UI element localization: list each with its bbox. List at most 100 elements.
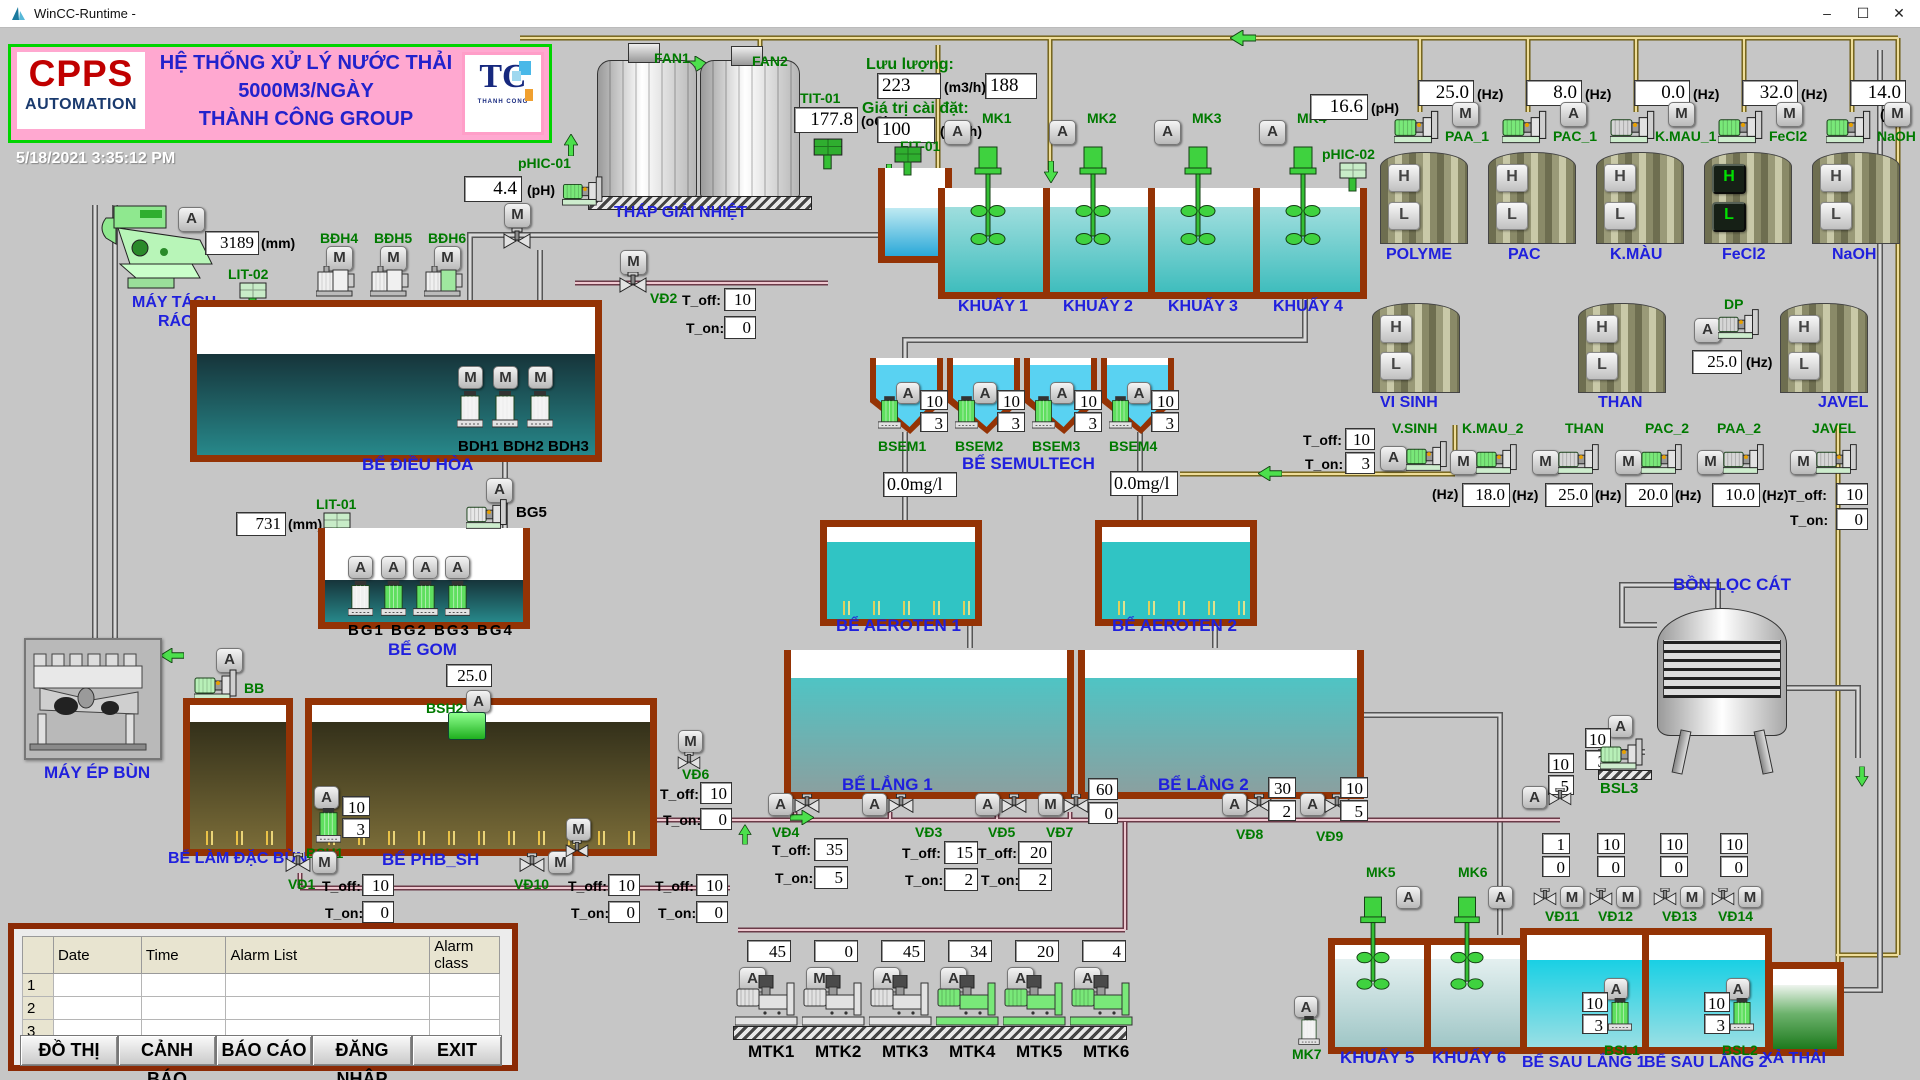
paa2-mode-button[interactable]: M (1697, 450, 1724, 475)
pac-high-button[interactable]: H (1496, 164, 1528, 192)
polyme-low-button[interactable]: L (1388, 202, 1420, 230)
vsinh-ton-value[interactable]: 3 (1345, 452, 1375, 474)
vd5-mode-button[interactable]: A (975, 793, 1000, 816)
vd3-ton-value[interactable]: 2 (944, 868, 978, 891)
level-value-dieuhoa[interactable]: 3189 (205, 231, 259, 255)
vd12-mode-button[interactable]: M (1616, 886, 1640, 908)
naoh-low-button[interactable]: L (1820, 202, 1852, 230)
polyme-high-button[interactable]: H (1388, 164, 1420, 192)
bsem2-v1[interactable]: 10 (997, 390, 1025, 410)
bsl1-v1[interactable]: 10 (1582, 992, 1608, 1012)
phic01-value[interactable]: 4.4 (464, 176, 522, 202)
mtk3-value[interactable]: 45 (881, 940, 925, 962)
bsl2-v1[interactable]: 10 (1704, 992, 1730, 1012)
timer-ton-value[interactable]: 0 (696, 901, 728, 923)
vd1-mode-button[interactable]: M (312, 851, 337, 874)
naoh-mode-button[interactable]: M (1884, 102, 1911, 127)
vd12-v1[interactable]: 10 (1597, 833, 1625, 854)
fecl2-low-button[interactable]: L (1712, 202, 1746, 232)
naoh-high-button[interactable]: H (1820, 164, 1852, 192)
mg-value-1[interactable]: 0.0mg/l (883, 472, 957, 497)
mtk1-value[interactable]: 45 (747, 940, 791, 962)
begom-level-value[interactable]: 731 (236, 512, 286, 536)
mk2-auto-button[interactable]: A (1049, 120, 1076, 145)
vd4-ton-value[interactable]: 5 (814, 866, 848, 889)
vd7-v2[interactable]: 0 (1088, 802, 1118, 824)
alarm-row[interactable]: 1 (23, 974, 500, 997)
vsinh-mode-button[interactable]: A (1380, 446, 1407, 471)
vd5-toff-value[interactable]: 20 (1018, 841, 1052, 864)
valve-manual-button[interactable]: M (504, 203, 531, 228)
flow-value2[interactable]: 188 (985, 73, 1037, 99)
vd2-toff-value[interactable]: 10 (724, 288, 756, 311)
vd13-v1[interactable]: 10 (1660, 833, 1688, 854)
mtk6-value[interactable]: 4 (1082, 940, 1126, 962)
vd6-ton-value[interactable]: 0 (700, 808, 732, 830)
than-hz-value[interactable]: 25.0 (1545, 483, 1593, 507)
vd7-mode-button[interactable]: M (1038, 793, 1063, 816)
valve2-manual-button[interactable]: M (566, 818, 591, 841)
javel-toff-value[interactable]: 10 (1836, 483, 1868, 505)
vd9-mode-button[interactable]: A (1300, 793, 1325, 816)
vd6-mode-button[interactable]: M (678, 730, 703, 753)
pac1-mode-button[interactable]: A (1560, 102, 1587, 127)
vd12-v2[interactable]: 0 (1597, 856, 1625, 877)
close-button[interactable]: ✕ (1882, 2, 1916, 25)
mk1-auto-button[interactable]: A (944, 120, 971, 145)
vd3-mode-button[interactable]: A (862, 793, 887, 816)
bsh1-v1[interactable]: 10 (342, 796, 370, 816)
kmau2-mode-button[interactable]: M (1450, 450, 1477, 475)
fecl2-mode-button[interactable]: M (1776, 102, 1803, 127)
bg3-auto-button[interactable]: A (413, 556, 438, 579)
vd9-v2[interactable]: 5 (1340, 800, 1368, 821)
bsl2-v2[interactable]: 3 (1704, 1014, 1730, 1034)
vd1-toff-value[interactable]: 10 (362, 874, 394, 896)
nav-alarm-button[interactable]: CẢNH BÁO (118, 1035, 216, 1066)
bdh3-mode-button[interactable]: M (528, 366, 553, 389)
bg4-auto-button[interactable]: A (445, 556, 470, 579)
alarm-col-time[interactable]: Time (141, 937, 226, 974)
vd13-v2[interactable]: 0 (1660, 856, 1688, 877)
screen-machine-auto-button[interactable]: A (178, 207, 205, 232)
bsl1-v2[interactable]: 3 (1582, 1014, 1608, 1034)
mk3-auto-button[interactable]: A (1154, 120, 1181, 145)
vd11-v2[interactable]: 0 (1542, 856, 1570, 877)
javel-mode-button[interactable]: M (1790, 450, 1817, 475)
bsem1-v1[interactable]: 10 (920, 390, 948, 410)
nav-trend-button[interactable]: ĐỒ THỊ (20, 1035, 118, 1066)
pac2-mode-button[interactable]: M (1615, 450, 1642, 475)
mtk4-value[interactable]: 34 (948, 940, 992, 962)
mk5-auto-button[interactable]: A (1396, 886, 1421, 909)
vd4-mode-button[interactable]: A (768, 793, 793, 816)
flow-value[interactable]: 223 (877, 73, 941, 99)
bsem3-v2[interactable]: 3 (1074, 412, 1102, 432)
nav-login-button[interactable]: ĐĂNG NHẬP (312, 1035, 412, 1066)
tit01-value[interactable]: 177.8 (794, 107, 858, 133)
alarm-col-date[interactable]: Date (53, 937, 141, 974)
vx-mode-button[interactable]: A (1522, 786, 1547, 809)
vd10-ton-value[interactable]: 0 (608, 901, 640, 923)
vd8-v1[interactable]: 30 (1268, 777, 1296, 798)
vd14-v1[interactable]: 10 (1720, 833, 1748, 854)
pac-low-button[interactable]: L (1496, 202, 1528, 230)
mk6-auto-button[interactable]: A (1488, 886, 1513, 909)
alarm-col-class[interactable]: Alarm class (430, 937, 500, 974)
bsl3-auto-button[interactable]: A (1608, 715, 1633, 738)
mk4-auto-button[interactable]: A (1259, 120, 1286, 145)
bsem2-v2[interactable]: 3 (997, 412, 1025, 432)
mg-value-2[interactable]: 0.0mg/l (1110, 471, 1178, 496)
bsh2-mode-button[interactable]: A (466, 690, 491, 713)
alarm-col-list[interactable]: Alarm List (226, 937, 430, 974)
kmau1-mode-button[interactable]: M (1668, 102, 1695, 127)
vd11-mode-button[interactable]: M (1560, 886, 1584, 908)
vd2-ton-value[interactable]: 0 (724, 316, 756, 339)
phic02-value[interactable]: 16.6 (1310, 94, 1368, 120)
alarm-row[interactable]: 2 (23, 997, 500, 1020)
fecl2-high-button[interactable]: H (1712, 164, 1746, 194)
than-mode-button[interactable]: M (1532, 450, 1559, 475)
vd4-toff-value[interactable]: 35 (814, 838, 848, 861)
javel-ton-value[interactable]: 0 (1836, 508, 1868, 530)
visinh-low-button[interactable]: L (1380, 352, 1412, 380)
bsh2-value[interactable]: 25.0 (446, 664, 492, 687)
bdh2-mode-button[interactable]: M (493, 366, 518, 389)
